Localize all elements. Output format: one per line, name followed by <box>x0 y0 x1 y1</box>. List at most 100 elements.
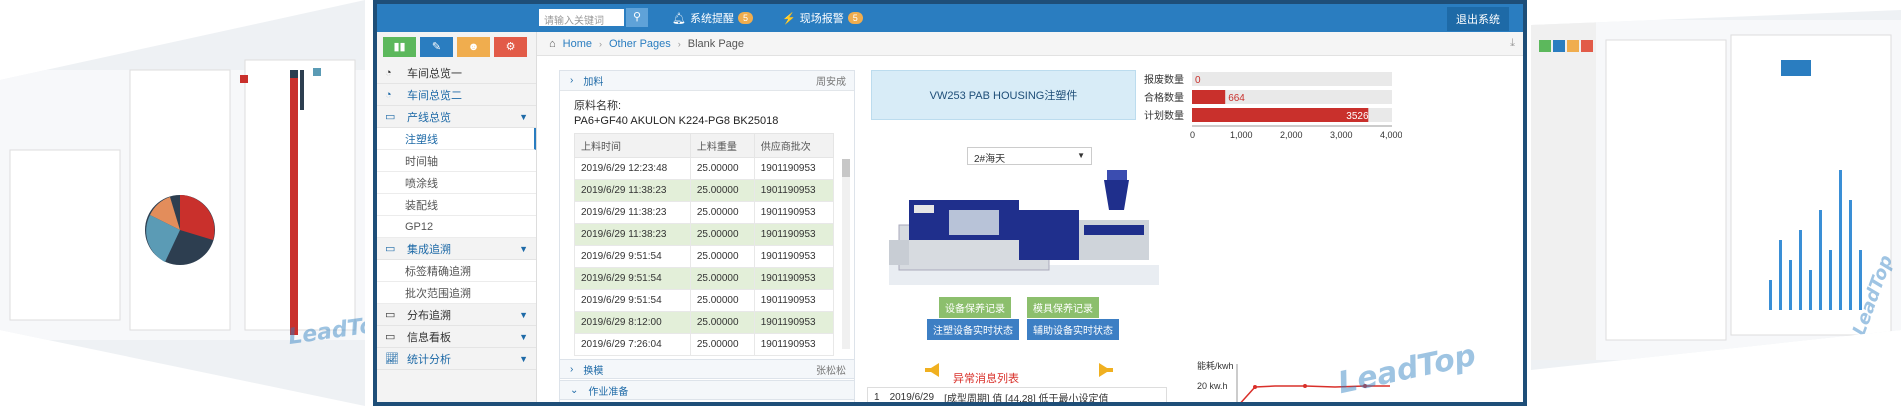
table-cell: 1901190953 <box>753 245 835 268</box>
cogs-icon[interactable]: ⚙ <box>494 37 527 57</box>
alarm-index: 1 <box>874 391 880 403</box>
leadtop-watermark-logo: LeadTop <box>1334 337 1479 402</box>
prep-accordion-header[interactable]: ⌄ 作业准备 <box>559 380 855 400</box>
screenshot-stage: LeadTop LeadTop 请输入关键词 ⚲ 🔔︎ 系统提醒 5 ⚡ 现场报… <box>0 0 1901 406</box>
app-window: 请输入关键词 ⚲ 🔔︎ 系统提醒 5 ⚡ 现场报警 5 退出系统 ▮▮ ✎ ☻ … <box>373 0 1527 406</box>
sidebar-item-integrated-trace[interactable]: ▭ 集成追溯 ▼ <box>377 238 536 260</box>
table-row[interactable]: 2019/6/29 11:38:23 25.00000 1901190953 <box>574 201 835 224</box>
site-alarm-label: 现场报警 <box>799 13 844 25</box>
chevron-down-icon: ⌄ <box>570 384 579 396</box>
sidebar-item-label: 车间总览一 <box>407 67 462 80</box>
table-cell: 1901190953 <box>753 267 835 290</box>
energy-point <box>1253 385 1257 389</box>
feeding-table: 上料时间 上料重量 供应商批次 2019/6/29 12:23:48 25.000… <box>574 133 835 356</box>
chevron-right-icon: › <box>677 38 681 49</box>
submenu-painting-line[interactable]: 喷涂线 <box>377 172 536 194</box>
table-cell: 25.00000 <box>689 311 755 334</box>
alarm-text: [成型周期] 值 [44.28] 低于最小设定值 <box>944 393 1109 405</box>
table-row[interactable]: 2019/6/29 11:38:23 25.00000 1901190953 <box>574 223 835 246</box>
search-input[interactable]: 请输入关键词 <box>538 8 625 27</box>
category-label: 合格数量 <box>1144 91 1184 104</box>
alarm-date: 2019/6/29 <box>889 391 935 403</box>
table-cell: 1901190953 <box>753 289 835 312</box>
site-alarm-button[interactable]: ⚡ 现场报警 5 <box>782 10 863 26</box>
sidebar-item-statistics[interactable]: 📈︎ 统计分析 ▼ <box>377 348 536 370</box>
energy-point <box>1303 384 1307 388</box>
logout-button[interactable]: 退出系统 <box>1447 7 1509 31</box>
mold-maintenance-button[interactable]: 模具保养记录 <box>1027 297 1099 318</box>
table-cell: 2019/6/29 11:38:23 <box>574 179 691 202</box>
x-tick-label: 3,000 <box>1330 130 1353 140</box>
table-row[interactable]: 2019/6/29 11:38:23 25.00000 1901190953 <box>574 179 835 202</box>
table-cell: 2019/6/29 7:26:04 <box>574 333 691 356</box>
table-row[interactable]: 2019/6/29 12:23:48 25.00000 1901190953 <box>574 157 835 180</box>
x-tick-label: 4,000 <box>1380 130 1402 140</box>
equipment-maintenance-button[interactable]: 设备保养记录 <box>939 297 1011 318</box>
right-preview-graphic <box>1531 20 1901 360</box>
category-label: 报废数量 <box>1144 73 1184 86</box>
search-icon: ⚲ <box>632 11 642 23</box>
x-tick-label: 0 <box>1190 130 1195 140</box>
table-cell: 25.00000 <box>689 289 755 312</box>
injection-realtime-button[interactable]: 注塑设备实时状态 <box>927 319 1019 340</box>
submenu-timeline[interactable]: 时间轴 <box>377 150 536 172</box>
table-cell: 1901190953 <box>753 157 835 180</box>
chevron-down-icon: ▼ <box>519 353 528 364</box>
alarm-row[interactable]: 1 2019/6/29 [成型周期] 值 [44.28] 低于最小设定值 <box>867 387 1167 405</box>
table-row[interactable]: 2019/6/29 7:26:04 25.00000 1901190953 <box>574 333 835 356</box>
table-cell: 2019/6/29 9:51:54 <box>574 289 691 312</box>
system-alert-button[interactable]: 🔔︎ 系统提醒 5 <box>672 10 753 26</box>
laptop-icon: ▭ <box>385 331 396 343</box>
table-cell: 2019/6/29 12:23:48 <box>574 157 691 180</box>
submenu-label-trace[interactable]: 标签精确追溯 <box>377 260 536 282</box>
table-row[interactable]: 2019/6/29 9:51:54 25.00000 1901190953 <box>574 289 835 312</box>
table-cell: 1901190953 <box>753 179 835 202</box>
line-chart-icon: 📈︎ <box>385 353 399 365</box>
search-button[interactable]: ⚲ <box>626 8 648 27</box>
pencil-icon[interactable]: ✎ <box>420 37 453 57</box>
column-header: 上料重量 <box>689 133 755 158</box>
sidebar-item-label: 集成追溯 <box>407 243 451 256</box>
submenu-assembly-line[interactable]: 装配线 <box>377 194 536 216</box>
table-cell: 2019/6/29 8:12:00 <box>574 311 691 334</box>
table-row[interactable]: 2019/6/29 9:51:54 25.00000 1901190953 <box>574 267 835 290</box>
scrollbar-thumb[interactable] <box>842 159 850 177</box>
bolt-icon: ⚡ <box>782 12 796 25</box>
right-preview-panel: LeadTop <box>1531 10 1901 370</box>
breadcrumb-other-pages[interactable]: Other Pages <box>609 38 671 50</box>
monitor-icon: ▭ <box>385 243 396 255</box>
sidebar-item-label: 车间总览二 <box>407 89 462 102</box>
submenu-injection-line[interactable]: 注塑线 <box>377 128 536 150</box>
bar-chart-icon[interactable]: ▮▮ <box>383 37 416 57</box>
sidebar-item-workshop-1[interactable]: ◔ 车间总览一 <box>377 62 536 84</box>
dashboard-icon: ◔ <box>385 88 392 101</box>
sidebar-item-distributed-trace[interactable]: ▭ 分布追溯 ▼ <box>377 304 536 326</box>
sidebar-item-label: 分布追溯 <box>407 309 451 322</box>
feeding-accordion-header[interactable]: › 加料 周安成 <box>560 71 854 91</box>
table-header-row: 上料时间 上料重量 供应商批次 <box>574 133 835 158</box>
table-cell: 25.00000 <box>689 201 755 224</box>
auxiliary-realtime-button[interactable]: 辅助设备实时状态 <box>1027 319 1119 340</box>
machine-select[interactable]: 2#海天 ▼ <box>967 147 1092 165</box>
prep-title: 作业准备 <box>588 386 629 398</box>
users-icon[interactable]: ☻ <box>457 37 490 57</box>
submenu-gp12[interactable]: GP12 <box>377 216 536 238</box>
changeover-accordion-header[interactable]: › 换模 张松松 <box>559 359 855 379</box>
bar-1 <box>1192 90 1226 104</box>
table-row[interactable]: 2019/6/29 9:51:54 25.00000 1901190953 <box>574 245 835 268</box>
submenu-batch-trace[interactable]: 批次范围追溯 <box>377 282 536 304</box>
sidebar-item-line-overview[interactable]: ▭ 产线总览 ▼ <box>377 106 536 128</box>
table-cell: 25.00000 <box>689 179 755 202</box>
data-label: 0 <box>1195 75 1201 86</box>
chevron-down-icon: ▼ <box>519 309 528 320</box>
sidebar-item-workshop-2[interactable]: ◔ 车间总览二 <box>377 84 536 106</box>
scrollbar-track[interactable] <box>842 159 850 349</box>
table-row[interactable]: 2019/6/29 8:12:00 25.00000 1901190953 <box>574 311 835 334</box>
download-icon[interactable]: ⤓ <box>1510 37 1515 50</box>
system-alert-label: 系统提醒 <box>689 13 734 25</box>
column-header: 上料时间 <box>574 133 691 158</box>
sidebar-item-info-board[interactable]: ▭ 信息看板 ▼ <box>377 326 536 348</box>
breadcrumb-home[interactable]: Home <box>563 38 592 50</box>
table-cell: 1901190953 <box>753 201 835 224</box>
data-label: 664 <box>1228 93 1245 104</box>
